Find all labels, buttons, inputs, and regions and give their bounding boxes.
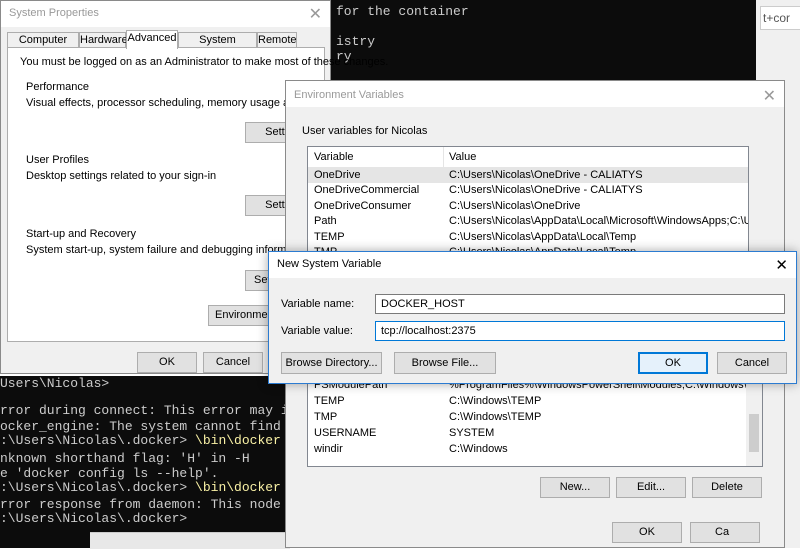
terminal-line: rror during connect: This error may indi… xyxy=(0,403,320,418)
user-variables-list[interactable]: Variable Value OneDrive C:\Users\Nicolas\… xyxy=(307,146,749,254)
window-title: System Properties xyxy=(9,7,99,19)
user-variables-label: User variables for Nicolas xyxy=(302,125,428,137)
user-profiles-desc: Desktop settings related to your sign-in xyxy=(26,170,217,182)
variable-name-label: Variable name: xyxy=(281,298,355,310)
terminal-line: Users\Nicolas> xyxy=(0,376,110,391)
new-system-variable-dialog: New System Variable ✕ Variable name: Var… xyxy=(268,251,797,384)
terminal-line: rror response from daemon: This node is … xyxy=(0,497,320,512)
variable-value-input[interactable] xyxy=(375,321,785,341)
list-item[interactable]: Path C:\Users\Nicolas\AppData\Local\Micro… xyxy=(308,214,748,229)
dialog-title: New System Variable xyxy=(277,258,382,270)
terminal-line: for the container xyxy=(336,4,469,19)
title-bar: Environment Variables ✕ xyxy=(286,81,784,107)
close-icon[interactable]: ✕ xyxy=(763,86,776,106)
variable-name-input[interactable] xyxy=(375,294,785,314)
terminal-top: for the container istry ry xyxy=(328,0,756,84)
browse-file-button[interactable]: Browse File... xyxy=(394,352,496,374)
ok-button[interactable]: OK xyxy=(638,352,708,374)
close-icon[interactable]: ✕ xyxy=(775,256,788,274)
window-title: Environment Variables xyxy=(294,89,404,101)
list-item[interactable]: OneDriveCommercial C:\Users\Nicolas\OneDr… xyxy=(308,183,748,198)
cancel-button[interactable]: Cancel xyxy=(717,352,787,374)
system-new-button[interactable]: New... xyxy=(540,477,610,498)
list-item[interactable]: OneDrive C:\Users\Nicolas\OneDrive - CALI… xyxy=(308,168,748,183)
column-header-value[interactable]: Value xyxy=(449,151,476,163)
terminal-line: :\Users\Nicolas\.docker> \bin\docker c xyxy=(0,433,297,448)
scrollbar-thumb[interactable] xyxy=(749,414,759,452)
browse-directory-button[interactable]: Browse Directory... xyxy=(281,352,382,374)
tab-system-protection[interactable]: System Protection xyxy=(178,32,257,61)
terminal-line: ry xyxy=(336,49,352,64)
list-item[interactable]: TMP C:\Windows\TEMP xyxy=(308,410,762,425)
tab-advanced[interactable]: Advanced xyxy=(126,30,178,49)
ok-button[interactable]: OK xyxy=(137,352,197,373)
list-item[interactable]: windir C:\Windows xyxy=(308,442,762,457)
title-bar: New System Variable ✕ xyxy=(269,252,796,278)
terminal-line: nknown shorthand flag: 'H' in -H xyxy=(0,451,250,466)
variable-value-label: Variable value: xyxy=(281,325,353,337)
cancel-button[interactable]: Ca xyxy=(690,522,760,543)
tab-computer-name[interactable]: Computer Name xyxy=(7,32,79,61)
tab-remote[interactable]: Remote xyxy=(257,32,297,48)
scrollbar[interactable] xyxy=(746,378,762,466)
column-header-variable[interactable]: Variable xyxy=(314,151,354,163)
title-bar: System Properties ✕ xyxy=(1,1,330,27)
user-profiles-label: User Profiles xyxy=(26,154,89,166)
taskbar-fragment xyxy=(90,532,290,549)
terminal-line: :\Users\Nicolas\.docker> \bin\docker - xyxy=(0,480,297,495)
startup-recovery-label: Start-up and Recovery xyxy=(26,228,137,240)
system-edit-button[interactable]: Edit... xyxy=(616,477,686,498)
performance-label: Performance xyxy=(26,81,89,93)
system-delete-button[interactable]: Delete xyxy=(692,477,762,498)
terminal-line: ocker_engine: The system cannot find the xyxy=(0,419,313,434)
admin-note: You must be logged on as an Administrato… xyxy=(20,56,389,68)
list-item[interactable]: TEMP C:\Windows\TEMP xyxy=(308,394,762,409)
list-header: Variable Value xyxy=(308,147,748,168)
cancel-button[interactable]: Cancel xyxy=(203,352,263,373)
ok-button[interactable]: OK xyxy=(612,522,682,543)
system-variables-list[interactable]: PSModulePath %ProgramFiles%\WindowsPowerS… xyxy=(307,377,763,467)
terminal-line: istry xyxy=(336,34,376,49)
list-item[interactable]: OneDriveConsumer C:\Users\Nicolas\OneDriv… xyxy=(308,199,748,214)
terminal-line: :\Users\Nicolas\.docker> xyxy=(0,511,188,526)
list-item[interactable]: USERNAME SYSTEM xyxy=(308,426,762,441)
list-item[interactable]: TEMP C:\Users\Nicolas\AppData\Local\Temp xyxy=(308,230,748,245)
close-icon[interactable]: ✕ xyxy=(309,4,322,24)
background-tab[interactable]: t+cor xyxy=(760,6,800,30)
tab-hardware[interactable]: Hardware xyxy=(79,32,128,48)
terminal-line: e 'docker config ls --help'. xyxy=(0,466,219,481)
